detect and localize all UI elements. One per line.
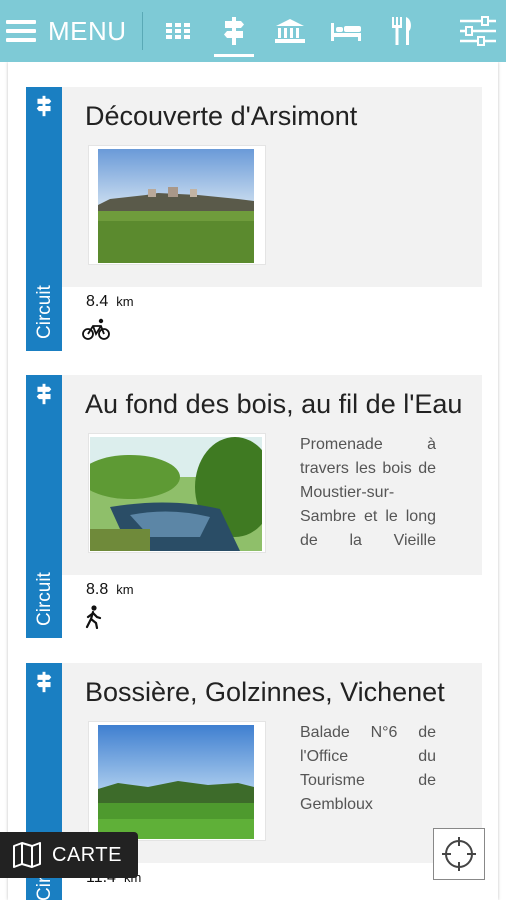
- tab-circuits[interactable]: [214, 14, 254, 57]
- list-grid-icon: [166, 23, 190, 39]
- walking-icon: [85, 605, 102, 629]
- map-icon: [13, 842, 41, 868]
- card-info: 8.8 km: [62, 575, 482, 638]
- distance: 8.8 km: [86, 581, 134, 598]
- card-thumbnail[interactable]: [88, 721, 266, 841]
- top-bar: MENU: [0, 0, 506, 62]
- card-type-label: Circuit: [34, 285, 55, 339]
- signpost-icon: [36, 95, 52, 117]
- header-divider: [142, 12, 143, 50]
- map-button[interactable]: CARTE: [0, 832, 138, 878]
- signpost-icon: [36, 671, 52, 693]
- tab-museums[interactable]: [273, 14, 307, 48]
- signpost-icon: [36, 383, 52, 405]
- distance: 8.4 km: [86, 293, 134, 310]
- bed-icon: [331, 23, 361, 41]
- card-description: Balade N°6 de l'Office du Tourisme de Ge…: [300, 724, 436, 813]
- menu-label: MENU: [48, 15, 127, 46]
- card-type-strip: Circuit: [26, 375, 62, 638]
- tab-restaurants[interactable]: [385, 14, 419, 48]
- tab-list[interactable]: [161, 14, 195, 48]
- circuit-card[interactable]: Circuit Découverte d'Arsimont 8.4 km: [26, 87, 482, 351]
- card-type-label: Circuit: [34, 572, 55, 626]
- card-thumbnail[interactable]: [88, 145, 266, 265]
- results-list[interactable]: Circuit Découverte d'Arsimont 8.4 km Cir…: [0, 62, 506, 900]
- hamburger-icon: [6, 20, 36, 42]
- card-title[interactable]: Découverte d'Arsimont: [85, 101, 475, 132]
- filter-button[interactable]: [460, 14, 496, 48]
- menu-button[interactable]: MENU: [6, 14, 127, 48]
- crosshair-icon: [442, 837, 476, 871]
- bicycle-icon: [82, 318, 110, 340]
- card-type-strip: Circuit: [26, 87, 62, 351]
- card-title[interactable]: Au fond des bois, au fil de l'Eau: [85, 389, 475, 420]
- sliders-icon: [460, 16, 496, 46]
- signpost-icon: [224, 17, 244, 45]
- fork-knife-icon: [392, 17, 411, 45]
- card-description: Promenade à travers les bois de Moustier…: [300, 436, 436, 549]
- map-button-label: CARTE: [52, 843, 122, 866]
- card-info: 8.4 km: [62, 287, 482, 351]
- circuit-card[interactable]: Circuit Au fond des bois, au fil de l'Ea…: [26, 375, 482, 638]
- tab-lodging[interactable]: [329, 14, 363, 48]
- museum-icon: [275, 19, 305, 43]
- card-title[interactable]: Bossière, Golzinnes, Vichenet: [85, 677, 475, 708]
- card-thumbnail[interactable]: [88, 433, 266, 553]
- locate-button[interactable]: [433, 828, 485, 880]
